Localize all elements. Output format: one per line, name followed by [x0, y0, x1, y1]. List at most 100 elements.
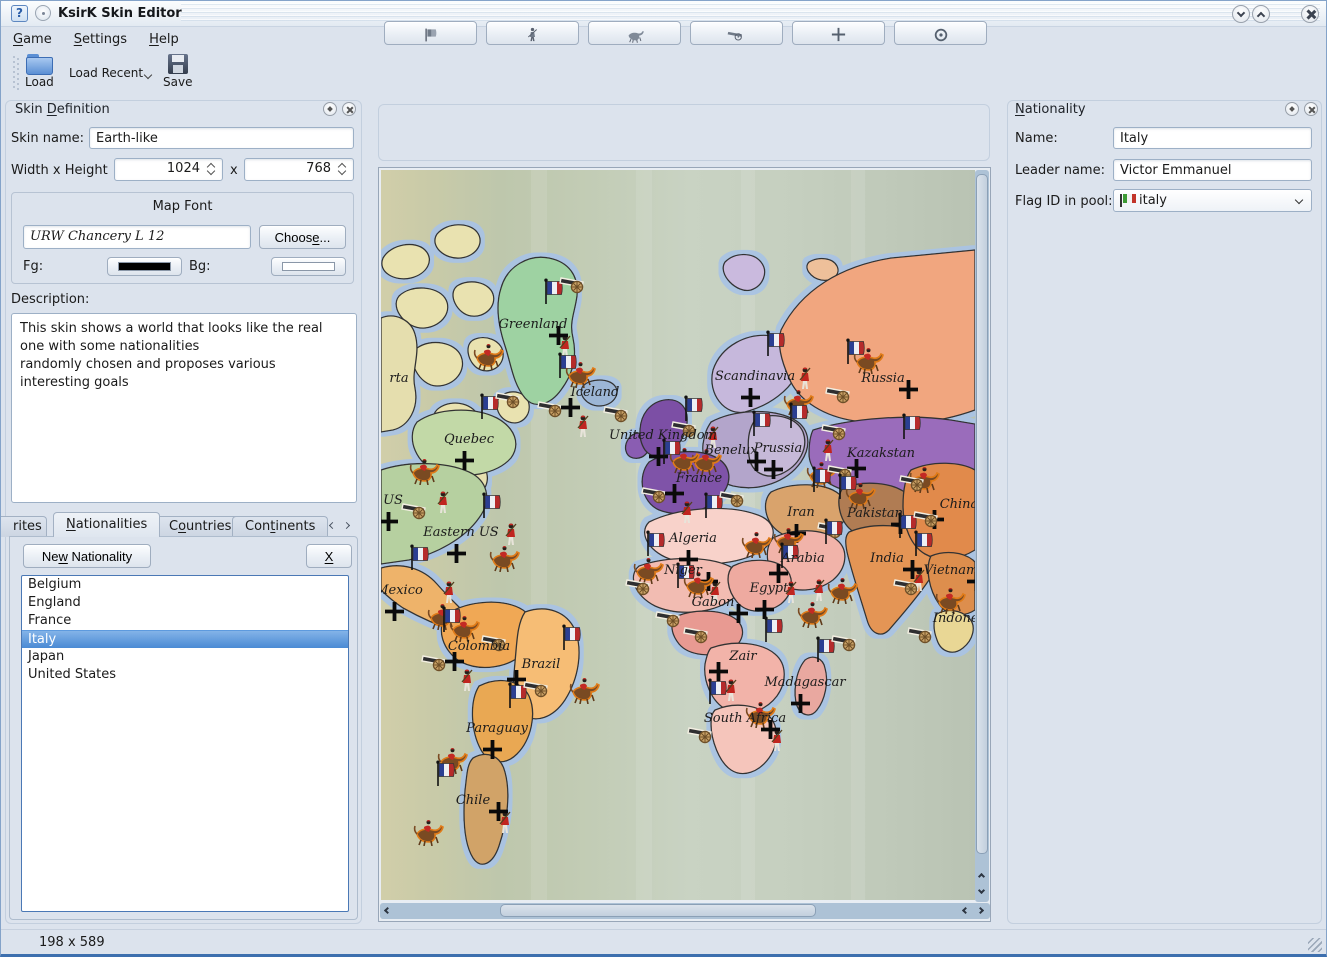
- skin-name-label: Skin name:: [11, 131, 84, 146]
- close-button[interactable]: [1301, 5, 1319, 23]
- horizontal-scrollbar[interactable]: [380, 903, 990, 919]
- list-item[interactable]: Belgium: [22, 576, 348, 594]
- folder-icon: [26, 54, 52, 74]
- maximize-button[interactable]: [1252, 5, 1270, 23]
- spin-arrows-icon[interactable]: [206, 161, 218, 178]
- country-label: United Kingdom: [609, 428, 717, 443]
- chevron-left-icon: [384, 907, 391, 914]
- chevron-down-icon: [1237, 9, 1245, 17]
- place-flag-button[interactable]: [384, 21, 477, 45]
- float-dock-button[interactable]: [323, 102, 337, 116]
- bg-color-button[interactable]: [271, 257, 346, 276]
- country-label: Madagascar: [763, 675, 846, 690]
- list-item[interactable]: United States: [22, 666, 348, 684]
- chevron-down-icon: [978, 887, 985, 894]
- tab-sprites[interactable]: rites: [1, 516, 47, 537]
- plus-icon: [830, 26, 847, 43]
- chevron-down-icon: [144, 71, 152, 79]
- leader-name-input[interactable]: Victor Emmanuel: [1113, 159, 1312, 181]
- country-label: Prussia: [753, 441, 803, 456]
- skin-name-input[interactable]: Earth-like: [89, 127, 354, 149]
- float-dock-button[interactable]: [1285, 102, 1299, 116]
- vertical-scrollbar[interactable]: [975, 170, 989, 902]
- status-size-text: 198 x 589: [39, 935, 105, 950]
- chevron-down-icon: [1295, 196, 1303, 204]
- load-label: Load: [25, 75, 54, 89]
- menu-settings[interactable]: Settings: [64, 30, 137, 49]
- place-infantry-button[interactable]: [486, 21, 579, 45]
- country-label: Egypt: [749, 581, 789, 596]
- tab-continents[interactable]: Continents: [232, 516, 328, 537]
- chevron-up-icon: [978, 873, 985, 880]
- country-label: Benelux: [703, 443, 758, 458]
- country-label: South Africa: [704, 711, 786, 726]
- scroll-left-button-2[interactable]: [959, 904, 973, 918]
- tab-scroll-right[interactable]: [342, 518, 356, 534]
- close-dock-button[interactable]: [342, 102, 356, 116]
- choose-font-button[interactable]: Choose...: [259, 225, 346, 249]
- statusbar: 198 x 589: [1, 929, 1326, 955]
- nationality-dock: [1007, 100, 1322, 924]
- list-item[interactable]: France: [22, 612, 348, 630]
- titlebar-stripes: [181, 3, 1320, 23]
- country-label: Brazil: [521, 657, 561, 672]
- country-label: Pakistan: [846, 506, 903, 521]
- country-label: France: [675, 471, 723, 486]
- flag-id-combobox[interactable]: italy: [1113, 189, 1312, 212]
- menu-help[interactable]: Help: [139, 30, 189, 49]
- spin-arrows-icon[interactable]: [337, 161, 349, 178]
- map-toolbar-frame: [378, 104, 990, 161]
- country-label: Paraguay: [465, 721, 528, 736]
- map-font-legend: Map Font: [12, 199, 353, 214]
- country-label: Mexico: [381, 583, 423, 598]
- map-view[interactable]: GreenlandIcelandrtaQuebecUSEastern USMex…: [381, 170, 975, 900]
- country-label: China: [940, 497, 975, 512]
- fg-color-button[interactable]: [107, 257, 182, 276]
- scroll-left-button[interactable]: [381, 904, 395, 918]
- add-anchor-button[interactable]: [792, 21, 885, 45]
- place-cavalry-button[interactable]: [588, 21, 681, 45]
- minimize-button[interactable]: [1232, 5, 1250, 23]
- country-label: Greenland: [499, 317, 568, 332]
- country-label: US: [383, 493, 403, 508]
- main-toolbar: Load Load Recent Save: [1, 50, 1326, 97]
- list-item[interactable]: Japan: [22, 648, 348, 666]
- cavalry-icon: [625, 26, 645, 43]
- width-spinbox[interactable]: 1024: [114, 158, 223, 181]
- target-icon: [933, 27, 949, 43]
- fg-swatch: [118, 262, 171, 271]
- menu-game[interactable]: Game: [3, 30, 62, 49]
- country-label: Quebec: [444, 432, 495, 447]
- list-item[interactable]: Italy: [22, 630, 348, 648]
- fg-label: Fg:: [23, 259, 43, 274]
- country-label: India: [869, 551, 904, 566]
- load-button[interactable]: Load: [21, 52, 58, 91]
- nationalities-list[interactable]: BelgiumEnglandFranceItalyJapanUnited Sta…: [21, 575, 349, 912]
- help-icon[interactable]: ?: [11, 5, 28, 22]
- save-button[interactable]: Save: [159, 52, 196, 91]
- scroll-down-button[interactable]: [975, 884, 989, 898]
- load-recent-button[interactable]: Load Recent: [65, 64, 155, 82]
- new-nationality-button[interactable]: New Nationality: [23, 544, 151, 568]
- tab-scroll-left[interactable]: [326, 518, 340, 534]
- vertical-scrollbar-thumb[interactable]: [976, 174, 988, 854]
- skin-definition-title: Skin Definition: [15, 102, 110, 117]
- save-label: Save: [163, 75, 192, 89]
- scroll-up-button[interactable]: [975, 870, 989, 884]
- times-label: x: [230, 163, 238, 178]
- place-cannon-button[interactable]: [690, 21, 783, 45]
- country-label: Iran: [786, 505, 814, 520]
- app-icon[interactable]: [35, 5, 51, 21]
- toolbar-handle[interactable]: [13, 56, 19, 90]
- center-target-button[interactable]: [894, 21, 987, 45]
- close-dock-button[interactable]: [1304, 102, 1318, 116]
- description-textarea[interactable]: This skin shows a world that looks like …: [11, 313, 357, 503]
- height-spinbox[interactable]: 768: [244, 158, 354, 181]
- tab-nationalities[interactable]: Nationalities: [53, 512, 160, 537]
- list-item[interactable]: England: [22, 594, 348, 612]
- resize-grip[interactable]: [1308, 938, 1322, 952]
- name-input[interactable]: Italy: [1113, 127, 1312, 149]
- scroll-right-button[interactable]: [974, 904, 988, 918]
- horizontal-scrollbar-thumb[interactable]: [500, 904, 816, 917]
- delete-nationality-button[interactable]: X: [306, 544, 352, 568]
